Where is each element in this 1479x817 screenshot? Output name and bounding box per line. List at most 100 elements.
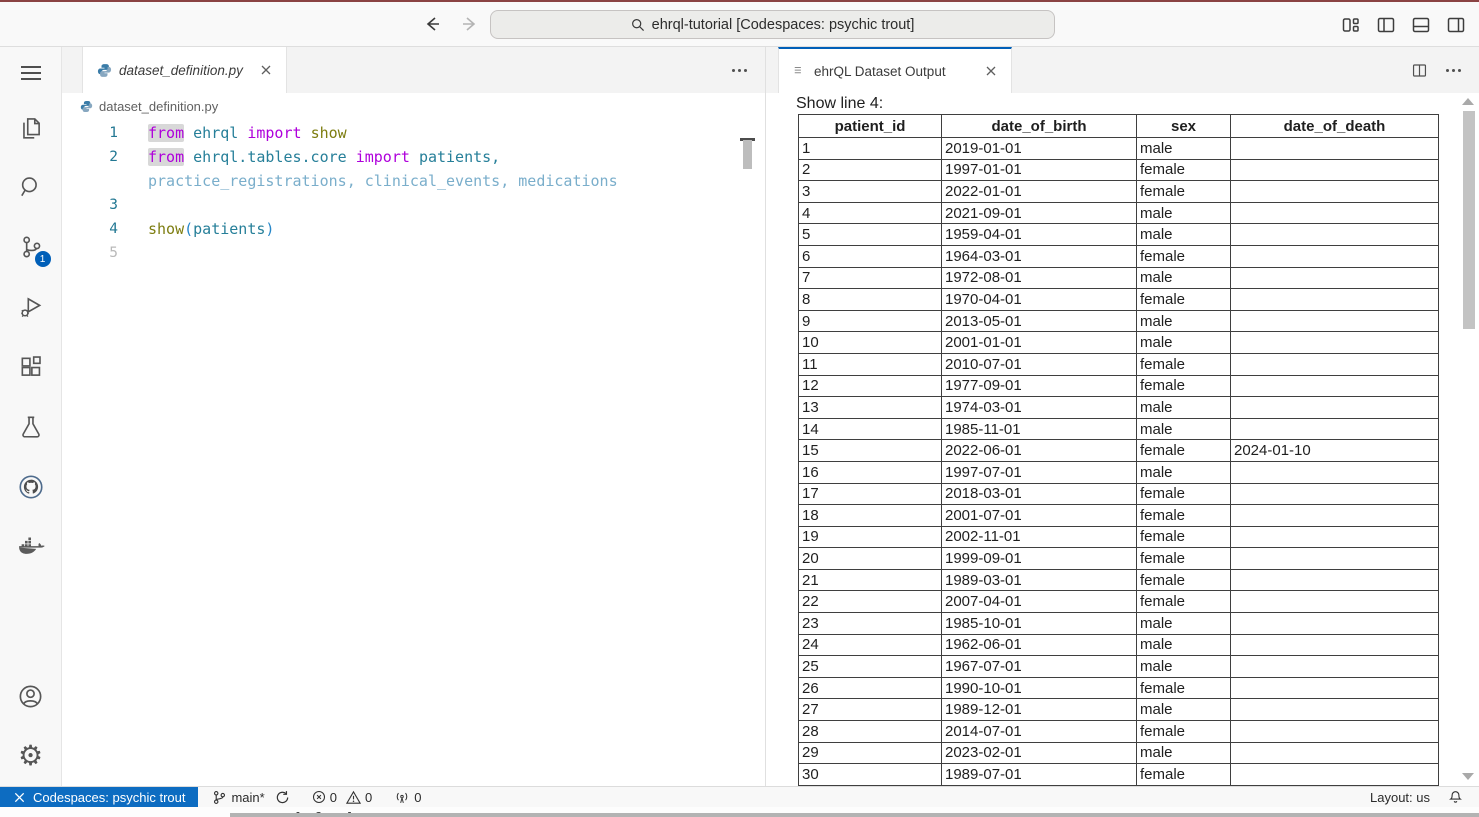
table-cell: 2018-03-01 (942, 483, 1137, 505)
tab-ehrql-dataset-output[interactable]: ehrQL Dataset Output (778, 47, 1012, 93)
search-icon (18, 174, 44, 200)
table-cell: 30 (799, 764, 942, 786)
toggle-secondary-sidebar-button[interactable] (1445, 14, 1467, 36)
toggle-panel-button[interactable] (1410, 14, 1432, 36)
table-cell: female (1137, 245, 1231, 267)
editor-more-actions-button[interactable] (728, 65, 751, 76)
table-cell: male (1137, 138, 1231, 160)
table-header-row: patient_iddate_of_birthsexdate_of_death (799, 115, 1439, 138)
source-control-button[interactable]: 1 (0, 217, 62, 277)
menu-button[interactable] (0, 49, 62, 97)
github-icon (17, 473, 45, 501)
toggle-panel-icon (1411, 15, 1431, 35)
breadcrumb[interactable]: dataset_definition.py (62, 93, 765, 119)
table-row: 131974-03-01male (799, 397, 1439, 419)
table-row: 231985-10-01male (799, 613, 1439, 635)
toggle-primary-sidebar-button[interactable] (1375, 14, 1397, 36)
table-row: 222007-04-01female (799, 591, 1439, 613)
problems-status-item[interactable]: 0 0 (310, 790, 374, 805)
ports-radio-tower-icon (394, 790, 410, 805)
scrollbar-down-arrow[interactable] (1462, 773, 1474, 780)
table-cell (1231, 569, 1439, 591)
explorer-icon (18, 114, 44, 140)
customize-layout-icon (1341, 15, 1361, 35)
testing-button[interactable] (0, 397, 62, 457)
table-cell: 13 (799, 397, 942, 419)
table-cell: 1999-09-01 (942, 548, 1137, 570)
code-line: practice_registrations, clinical_events,… (62, 169, 765, 193)
table-cell (1231, 202, 1439, 224)
forward-button[interactable] (458, 12, 482, 36)
table-cell (1231, 548, 1439, 570)
column-header: date_of_death (1231, 115, 1439, 138)
table-cell: 1989-12-01 (942, 699, 1137, 721)
table-row: 292023-02-01male (799, 742, 1439, 764)
explorer-button[interactable] (0, 97, 62, 157)
code-editor[interactable]: 1from ehrql import show2from ehrql.table… (62, 119, 765, 786)
table-cell: 1990-10-01 (942, 677, 1137, 699)
table-cell: 4 (799, 202, 942, 224)
table-cell (1231, 461, 1439, 483)
close-icon (986, 66, 996, 76)
branch-status-item[interactable]: main* (210, 790, 291, 805)
output-heading: Show line 4: (796, 95, 1479, 113)
table-cell (1231, 699, 1439, 721)
extensions-icon (18, 354, 44, 380)
table-cell: female (1137, 548, 1231, 570)
table-cell: female (1137, 375, 1231, 397)
ports-status-item[interactable]: 0 (392, 790, 423, 805)
table-row: 282014-07-01female (799, 721, 1439, 743)
tab-close-button[interactable] (981, 61, 1001, 81)
tab-close-button[interactable] (256, 60, 276, 80)
account-button[interactable] (0, 666, 62, 726)
account-icon (17, 683, 44, 710)
split-editor-button[interactable] (1411, 62, 1428, 79)
back-button[interactable] (420, 12, 444, 36)
search-button[interactable] (0, 157, 62, 217)
table-cell: 27 (799, 699, 942, 721)
editor-scrollbar[interactable] (743, 140, 752, 169)
table-cell: 17 (799, 483, 942, 505)
keyboard-layout-item[interactable]: Layout: us (1368, 790, 1432, 805)
table-cell: 1972-08-01 (942, 267, 1137, 289)
remote-indicator[interactable]: Codespaces: psychic trout (0, 787, 198, 807)
extensions-button[interactable] (0, 337, 62, 397)
table-cell: 2002-11-01 (942, 526, 1137, 548)
warnings-count: 0 (365, 790, 372, 805)
output-more-actions-button[interactable] (1442, 65, 1465, 76)
table-cell: male (1137, 310, 1231, 332)
table-row: 192002-11-01female (799, 526, 1439, 548)
table-cell: 1985-10-01 (942, 613, 1137, 635)
bell-icon (1448, 790, 1463, 805)
python-file-icon (97, 63, 112, 78)
run-and-debug-button[interactable] (0, 277, 62, 337)
clipped-band (230, 813, 1479, 817)
notifications-bell-button[interactable] (1446, 790, 1465, 805)
table-row: 141985-11-01male (799, 418, 1439, 440)
table-cell: 19 (799, 526, 942, 548)
table-cell (1231, 785, 1439, 786)
table-cell: female (1137, 677, 1231, 699)
scrollbar-up-arrow[interactable] (1462, 98, 1474, 105)
table-cell: 7 (799, 267, 942, 289)
settings-button[interactable]: ⚙ (0, 726, 62, 786)
table-cell: male (1137, 699, 1231, 721)
docker-button[interactable] (0, 517, 62, 577)
run-and-debug-icon (18, 294, 44, 320)
tab-dataset-definition[interactable]: dataset_definition.py (82, 47, 287, 93)
status-bar: Codespaces: psychic trout main* 0 0 0 La… (0, 786, 1479, 807)
github-button[interactable] (0, 457, 62, 517)
editor-group: dataset_definition.py dataset_definition… (62, 47, 765, 786)
table-cell: male (1137, 202, 1231, 224)
python-file-icon (80, 100, 93, 113)
table-cell: 29 (799, 742, 942, 764)
customize-layout-button[interactable] (1340, 14, 1362, 36)
table-cell (1231, 742, 1439, 764)
table-cell (1231, 764, 1439, 786)
table-cell: 1989-03-01 (942, 569, 1137, 591)
command-center[interactable]: ehrql-tutorial [Codespaces: psychic trou… (490, 10, 1055, 39)
output-scrollbar[interactable] (1463, 111, 1475, 329)
table-cell: 2001-07-01 (942, 505, 1137, 527)
ehrql-output-webview: Show line 4: patient_iddate_of_birthsexd… (766, 93, 1479, 786)
table-cell (1231, 267, 1439, 289)
